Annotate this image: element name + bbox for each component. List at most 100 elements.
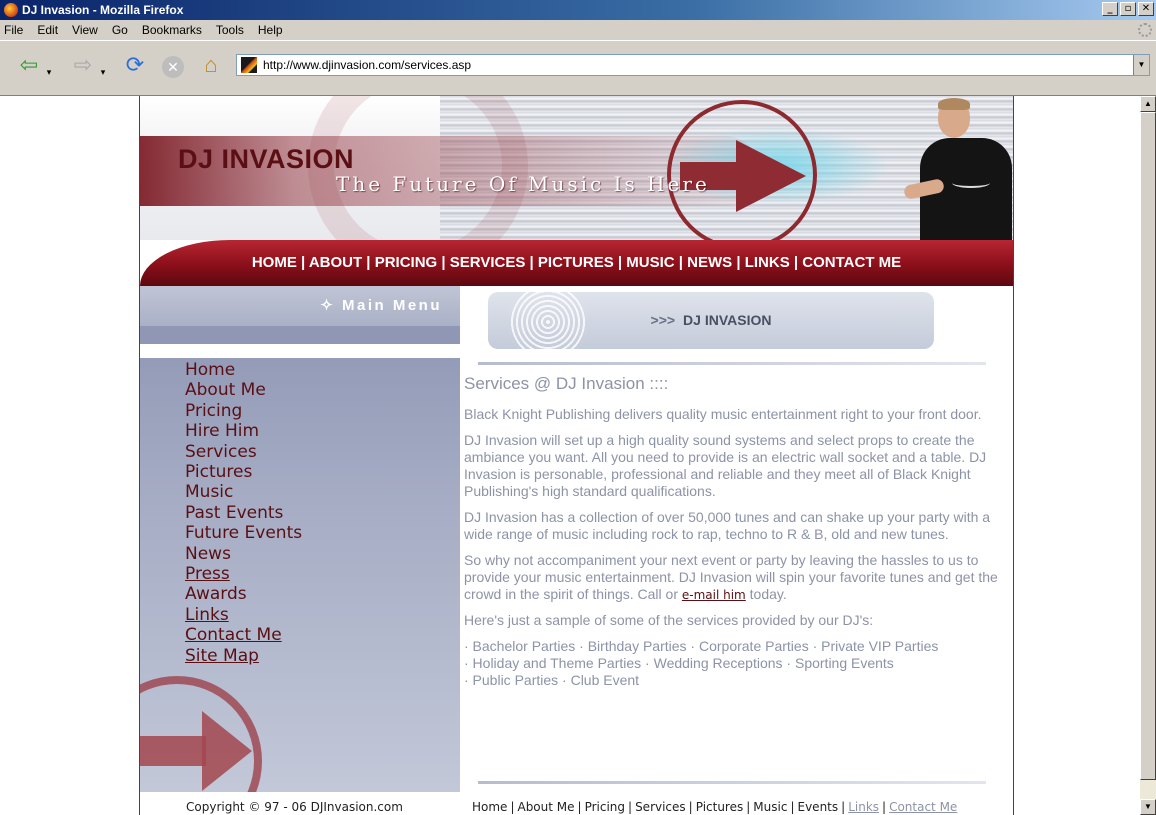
main-menu-header: ✧ Main Menu <box>140 286 460 326</box>
paragraph-call: So why not accompaniment your next event… <box>464 552 998 602</box>
services-line: · Bachelor Parties · Birthday Parties · … <box>464 638 939 654</box>
header-banner: DJ INVASION The Future Of Music Is Here <box>140 96 1013 240</box>
page-viewport: DJ INVASION The Future Of Music Is Here … <box>0 96 1140 815</box>
sidebar-item-hire-him[interactable]: Hire Him <box>185 421 302 441</box>
site-logo: DJ INVASION <box>178 144 355 174</box>
back-arrow-icon[interactable]: ⇦ <box>14 50 44 80</box>
menu-go[interactable]: Go <box>112 23 128 37</box>
reload-icon[interactable]: ⟳ <box>120 50 150 80</box>
sidebar-item-pictures[interactable]: Pictures <box>185 462 302 482</box>
main-menu-band <box>140 328 460 344</box>
sidebar-item-site-map[interactable]: Site Map <box>185 646 302 666</box>
menu-view[interactable]: View <box>72 23 98 37</box>
nav-pictures[interactable]: PICTURES <box>538 254 614 271</box>
footer-link-pictures[interactable]: Pictures <box>696 800 744 814</box>
throbber-icon <box>1138 23 1152 37</box>
dj-photo <box>902 98 1012 240</box>
paragraph-sample: Here's just a sample of some of the serv… <box>464 612 874 628</box>
paragraph-setup: DJ Invasion will set up a high quality s… <box>464 432 987 499</box>
menu-file[interactable]: File <box>4 23 23 37</box>
email-link[interactable]: e-mail him <box>682 588 746 602</box>
nav-pricing[interactable]: PRICING <box>375 254 438 271</box>
vertical-scrollbar[interactable]: ▲ ▼ <box>1140 96 1156 815</box>
home-icon[interactable]: ⌂ <box>196 50 226 80</box>
copyright: Copyright © 97 - 06 DJInvasion.com <box>186 800 403 814</box>
main-menu-gap <box>140 344 460 358</box>
sidebar-arrow-icon <box>202 711 252 791</box>
nav-services[interactable]: SERVICES <box>450 254 526 271</box>
services-line: · Public Parties · Club Event <box>464 672 640 688</box>
menu-help[interactable]: Help <box>258 23 283 37</box>
section-banner-label: >>> DJ INVASION <box>488 312 934 328</box>
maximize-button[interactable]: ▫ <box>1120 2 1136 16</box>
sidebar-item-awards[interactable]: Awards <box>185 584 302 604</box>
url-bar[interactable]: http://www.djinvasion.com/services.asp ▼ <box>236 54 1150 76</box>
footer-link-links[interactable]: Links <box>848 800 879 814</box>
nav-links[interactable]: LINKS <box>745 254 790 271</box>
footer-link-contact[interactable]: Contact Me <box>889 800 957 814</box>
sidebar-item-about-me[interactable]: About Me <box>185 380 302 400</box>
sidebar-item-future-events[interactable]: Future Events <box>185 523 302 543</box>
window-title: DJ Invasion - Mozilla Firefox <box>22 3 184 17</box>
close-button[interactable]: ✕ <box>1138 2 1154 16</box>
top-navigation: HOME | ABOUT | PRICING | SERVICES | PICT… <box>140 240 1013 286</box>
scroll-down-icon[interactable]: ▼ <box>1140 799 1156 815</box>
menubar: File Edit View Go Bookmarks Tools Help <box>0 20 1156 40</box>
main-content: >>> DJ INVASION Services @ DJ Invasion ::… <box>462 286 1013 792</box>
footer-link-services[interactable]: Services <box>635 800 686 814</box>
menu-tools[interactable]: Tools <box>216 23 244 37</box>
sidebar-menu: Home About Me Pricing Hire Him Services … <box>185 360 302 666</box>
footer-link-music[interactable]: Music <box>753 800 787 814</box>
forward-arrow-icon[interactable]: ⇨ <box>68 50 98 80</box>
sidebar-item-services[interactable]: Services <box>185 442 302 462</box>
nav-news[interactable]: NEWS <box>687 254 732 271</box>
nav-music[interactable]: MUSIC <box>626 254 674 271</box>
scroll-up-icon[interactable]: ▲ <box>1140 96 1156 112</box>
footer-link-pricing[interactable]: Pricing <box>585 800 625 814</box>
navigation-toolbar: ⇦ ▾ ⇨ ▾ ⟳ ✕ ⌂ http://www.djinvasion.com/… <box>0 40 1156 96</box>
banner-ring <box>667 100 817 240</box>
url-text[interactable]: http://www.djinvasion.com/services.asp <box>263 58 471 72</box>
page-container: DJ INVASION The Future Of Music Is Here … <box>139 96 1014 815</box>
sidebar-item-home[interactable]: Home <box>185 360 302 380</box>
page-title: Services @ DJ Invasion :::: <box>464 374 669 393</box>
section-banner: >>> DJ INVASION <box>488 292 934 349</box>
sidebar-item-past-events[interactable]: Past Events <box>185 503 302 523</box>
sidebar-item-music[interactable]: Music <box>185 482 302 502</box>
footer-link-about[interactable]: About Me <box>517 800 574 814</box>
scrollbar-thumb[interactable] <box>1140 112 1156 780</box>
section-banner-text: DJ INVASION <box>683 312 772 328</box>
top-nav-links: HOME | ABOUT | PRICING | SERVICES | PICT… <box>251 254 902 271</box>
site-favicon-icon <box>241 57 257 73</box>
chevrons-icon: >>> <box>650 312 676 328</box>
footer-links: Home | About Me | Pricing | Services | Pictures |… <box>472 800 958 814</box>
sidebar-item-press[interactable]: Press <box>185 564 302 584</box>
sidebar-item-contact-me[interactable]: Contact Me <box>185 625 302 645</box>
sidebar-item-links[interactable]: Links <box>185 605 302 625</box>
main-menu-title: ✧ Main Menu <box>320 297 442 314</box>
stop-icon[interactable]: ✕ <box>158 50 188 80</box>
menu-edit[interactable]: Edit <box>37 23 58 37</box>
forward-dropdown-icon[interactable]: ▾ <box>98 57 108 87</box>
window-controls: _ ▫ ✕ <box>1102 2 1154 16</box>
window-titlebar: DJ Invasion - Mozilla Firefox _ ▫ ✕ <box>0 0 1156 20</box>
menu-bookmarks[interactable]: Bookmarks <box>142 23 202 37</box>
nav-home[interactable]: HOME <box>252 254 301 271</box>
footer-link-events[interactable]: Events <box>798 800 839 814</box>
services-list: · Bachelor Parties · Birthday Parties · … <box>464 638 1012 689</box>
minimize-button[interactable]: _ <box>1102 2 1118 16</box>
url-dropdown-icon[interactable]: ▼ <box>1133 55 1149 75</box>
site-tagline: The Future Of Music Is Here <box>336 172 710 196</box>
nav-about[interactable]: ABOUT <box>309 254 362 271</box>
footer-link-home[interactable]: Home <box>472 800 507 814</box>
services-text: Services @ DJ Invasion :::: Black Knight… <box>464 374 1012 689</box>
firefox-icon <box>4 3 18 17</box>
back-dropdown-icon[interactable]: ▾ <box>44 57 54 87</box>
sidebar-item-pricing[interactable]: Pricing <box>185 401 302 421</box>
nav-contact[interactable]: CONTACT ME <box>802 254 901 271</box>
sidebar-deco-shaft <box>140 736 206 766</box>
sidebar-item-news[interactable]: News <box>185 544 302 564</box>
services-line: · Holiday and Theme Parties · Wedding Re… <box>464 655 894 671</box>
divider-bottom <box>478 781 986 784</box>
paragraph-collection: DJ Invasion has a collection of over 50,… <box>464 509 991 542</box>
